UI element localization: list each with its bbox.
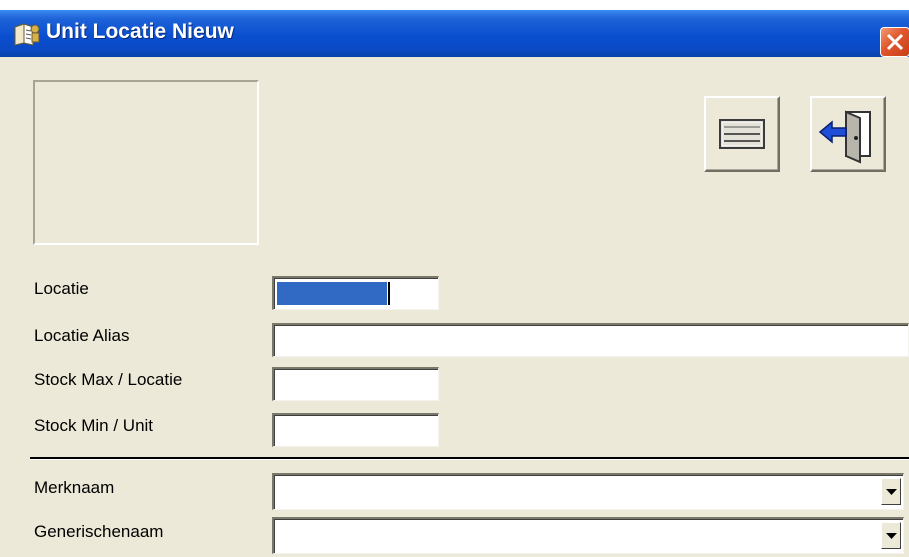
generischenaam-dropdown-button[interactable] xyxy=(881,522,901,549)
close-button[interactable] xyxy=(880,27,909,57)
stock-max-label: Stock Max / Locatie xyxy=(34,370,183,389)
locatie-label: Locatie xyxy=(34,279,89,298)
merknaam-dropdown[interactable] xyxy=(272,473,904,510)
locatie-alias-input[interactable] xyxy=(272,323,909,357)
generischenaam-label: Generischenaam xyxy=(34,522,164,541)
text-caret xyxy=(388,282,390,305)
exit-door-icon xyxy=(818,110,871,164)
locatie-alias-label: Locatie Alias xyxy=(34,326,130,345)
title-bar[interactable]: Unit Locatie Nieuw xyxy=(0,10,909,57)
dialog-window: Unit Locatie Nieuw Locatie Locatie Alias… xyxy=(0,10,909,557)
chevron-down-icon xyxy=(886,489,897,495)
merknaam-label: Merknaam xyxy=(34,478,115,497)
save-button[interactable] xyxy=(704,96,780,172)
image-placeholder xyxy=(33,80,259,245)
merknaam-dropdown-button[interactable] xyxy=(881,478,901,505)
exit-button[interactable] xyxy=(810,96,886,172)
close-icon xyxy=(886,33,904,51)
locatie-input[interactable] xyxy=(272,276,439,310)
section-divider-highlight xyxy=(30,459,909,460)
text-selection xyxy=(277,282,387,305)
stock-min-input[interactable] xyxy=(272,413,439,447)
chevron-down-icon xyxy=(886,533,897,539)
stock-max-input[interactable] xyxy=(272,367,439,401)
window-title: Unit Locatie Nieuw xyxy=(46,20,234,43)
save-record-icon xyxy=(719,119,765,149)
stock-min-label: Stock Min / Unit xyxy=(34,416,154,435)
form-icon xyxy=(13,21,41,47)
generischenaam-dropdown[interactable] xyxy=(272,517,904,554)
